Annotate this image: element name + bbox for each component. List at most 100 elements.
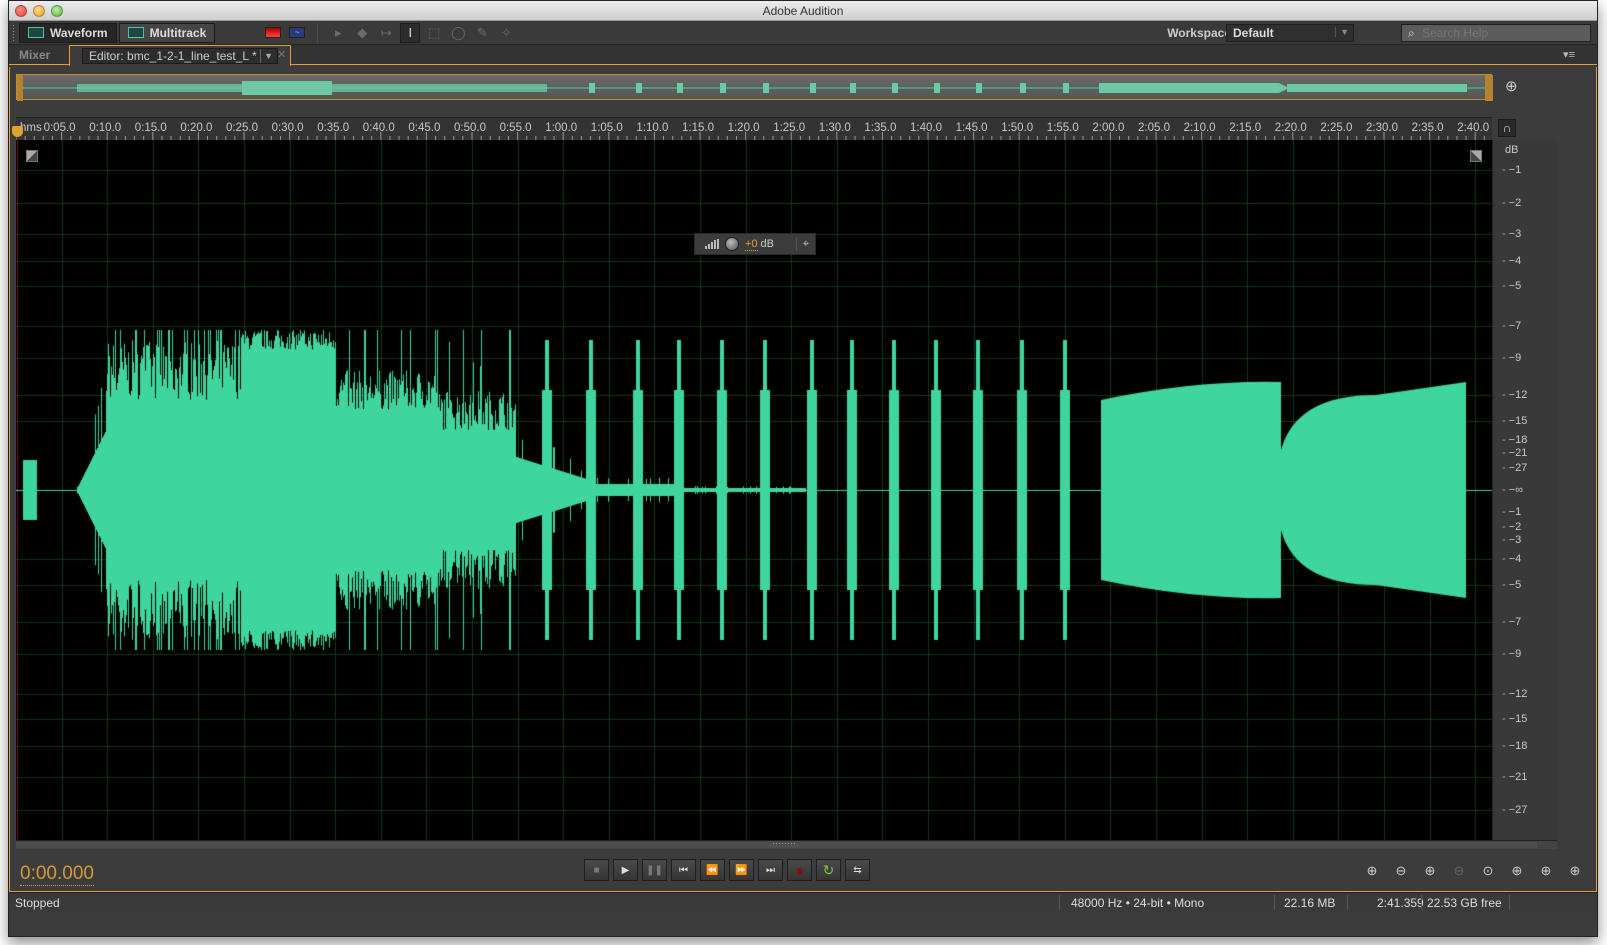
time-ruler[interactable]: hms 0:05.0 0:10.0 0:15.0 0:20.0 0:25.0 0:30.0… xyxy=(16,117,1492,140)
rewind-button[interactable]: ⏪ xyxy=(700,859,725,881)
skip-to-start-button[interactable]: ⏮ xyxy=(671,859,696,881)
tab-editor[interactable]: Editor: bmc_1-2-1_line_test_L * ▼ xyxy=(69,45,291,66)
chevron-down-icon: ▼ xyxy=(1335,27,1349,37)
time-selection-tool[interactable]: I xyxy=(400,22,421,43)
pause-button[interactable]: ❚❚ xyxy=(642,859,667,881)
zoom-out-time-icon[interactable]: ⊖ xyxy=(1450,863,1468,879)
ruler-tick-label: 2:20.0 xyxy=(1274,122,1307,134)
db-tick-label: −7 xyxy=(1502,616,1522,628)
db-tick-label: −2 xyxy=(1502,197,1522,209)
zoom-navigator-icon[interactable]: ⊕ xyxy=(1505,77,1518,95)
db-tick-label: −27 xyxy=(1502,462,1528,474)
ruler-tick-label: 0:20.0 xyxy=(180,122,213,134)
db-tick-label: −1 xyxy=(1502,164,1522,176)
gain-knob[interactable] xyxy=(725,237,739,251)
toolbar-grip[interactable] xyxy=(12,23,15,42)
ruler-tick-label: 1:50.0 xyxy=(1001,122,1034,134)
file-duration: 2:41.359 xyxy=(1377,896,1424,910)
multitrack-mode-button[interactable]: Multitrack xyxy=(118,22,216,43)
editor-tab-label: Editor: bmc_1-2-1_line_test_L * xyxy=(89,49,257,63)
amplitude-ruler[interactable]: dB −1−2−3−4−5−7−9−12−15−18−21−27−∞−27−21… xyxy=(1492,140,1557,840)
db-tick-label: −4 xyxy=(1502,553,1522,565)
toolbar-divider xyxy=(317,22,319,43)
fade-in-handle[interactable] xyxy=(26,150,38,162)
stop-button[interactable]: ■ xyxy=(584,859,609,881)
waveform-display-button[interactable]: ~ xyxy=(287,23,307,43)
ruler-tick-label: 0:10.0 xyxy=(89,122,122,134)
ruler-tick-label: 1:10.0 xyxy=(636,122,669,134)
record-button[interactable]: ● xyxy=(787,859,812,881)
pin-hud-icon[interactable]: ⌖ xyxy=(795,237,815,251)
zoom-in-at-in-point-icon[interactable]: ⊕ xyxy=(1508,863,1526,879)
db-tick-label: −12 xyxy=(1502,688,1528,700)
play-button[interactable]: ▶ xyxy=(613,859,638,881)
loop-playback-button[interactable]: ↻ xyxy=(816,859,841,881)
waveform-mode-button[interactable]: Waveform xyxy=(19,22,117,43)
workspace-select[interactable]: Default ▼ xyxy=(1226,24,1354,42)
zoom-out-amplitude-icon[interactable]: ⊖ xyxy=(1392,863,1410,879)
move-tool[interactable]: ▸ xyxy=(328,23,348,43)
rewind-icon: ⏪ xyxy=(706,864,719,876)
ruler-tick-label: 1:15.0 xyxy=(682,122,714,134)
slip-tool[interactable]: ↦ xyxy=(376,23,396,43)
fast-forward-button[interactable]: ⏩ xyxy=(729,859,754,881)
brush-tool[interactable]: ✎ xyxy=(472,23,492,43)
spot-healing-tool[interactable]: ✧ xyxy=(496,23,516,43)
search-help-field[interactable]: ⌕ xyxy=(1401,24,1591,42)
ruler-tick-label: 0:35.0 xyxy=(317,122,350,134)
db-tick-label: −1 xyxy=(1502,506,1522,518)
snap-toggle-button[interactable]: ∩ xyxy=(1498,119,1516,137)
ruler-tick-label: 0:55.0 xyxy=(499,122,532,134)
pause-icon: ❚❚ xyxy=(646,864,663,876)
db-center-label: −∞ xyxy=(1502,484,1523,496)
lasso-tool[interactable]: ◯ xyxy=(448,23,468,43)
marquee-tool-icon: ⬚ xyxy=(428,24,441,40)
zoom-out-full-icon[interactable]: ⊙ xyxy=(1479,863,1497,879)
waveform-mode-label: Waveform xyxy=(50,25,108,40)
spectral-display-button[interactable] xyxy=(263,23,283,43)
tab-mixer[interactable]: Mixer xyxy=(9,45,60,65)
waveform-editor-panel: ⊕ hms 0:05.0 0:10.0 0:15.0 0:20.0 0:25.0 0:30… xyxy=(9,67,1597,892)
horizontal-scrollbar[interactable] xyxy=(16,840,1557,849)
ruler-tick-label: 1:25.0 xyxy=(773,122,806,134)
ruler-tick-label: 1:55.0 xyxy=(1046,122,1079,134)
gain-value[interactable]: +0 xyxy=(745,238,758,251)
ruler-tick-label: 2:00.0 xyxy=(1092,122,1125,134)
marquee-tool[interactable]: ⬚ xyxy=(424,23,444,43)
ruler-tick-label: 1:30.0 xyxy=(818,122,851,134)
playhead-handle[interactable] xyxy=(12,126,23,137)
gain-unit: dB xyxy=(760,238,775,250)
ruler-tick-label: 1:00.0 xyxy=(545,122,578,134)
skip-selection-button[interactable]: ⇆ xyxy=(845,859,870,881)
db-tick-label: −3 xyxy=(1502,228,1522,240)
fast-forward-icon: ⏩ xyxy=(735,864,748,876)
db-tick-label: −18 xyxy=(1502,740,1528,752)
panel-menu-icon[interactable]: ▾≡ xyxy=(1563,48,1575,61)
ruler-tick-label: 1:20.0 xyxy=(727,122,760,134)
razor-tool[interactable]: ◆ xyxy=(352,23,372,43)
zoom-to-selection-icon[interactable]: ⊕ xyxy=(1566,863,1584,879)
db-tick-label: −15 xyxy=(1502,713,1528,725)
ruler-tick-label: 2:25.0 xyxy=(1320,122,1353,134)
overview-navigator[interactable] xyxy=(16,74,1493,101)
db-tick-label: −21 xyxy=(1502,447,1528,459)
zoom-in-time-icon[interactable]: ⊕ xyxy=(1421,863,1439,879)
ruler-tick-label: 0:50.0 xyxy=(454,122,486,134)
fade-out-handle[interactable] xyxy=(1470,150,1482,162)
current-time-display[interactable]: 0:00.000 xyxy=(20,863,94,886)
record-icon: ● xyxy=(795,862,804,878)
zoom-in-at-out-point-icon[interactable]: ⊕ xyxy=(1537,863,1555,879)
loop-playback-icon: ↻ xyxy=(822,861,835,878)
close-tab-icon[interactable]: ✕ xyxy=(277,48,286,61)
search-help-input[interactable] xyxy=(1422,26,1573,40)
ruler-tick-label: 2:40.0 xyxy=(1457,122,1490,134)
zoom-in-amplitude-icon[interactable]: ⊕ xyxy=(1363,863,1381,879)
waveform-display-icon: ~ xyxy=(289,27,306,38)
ruler-tick-label: 0:30.0 xyxy=(271,122,304,134)
status-bar: Stopped 48000 Hz • 24-bit • Mono 22.16 M… xyxy=(9,892,1597,912)
ruler-tick-label: 1:05.0 xyxy=(590,122,623,134)
file-dropdown-icon[interactable]: ▼ xyxy=(260,49,273,63)
ruler-tick-label: 0:15.0 xyxy=(134,122,167,134)
skip-to-end-button[interactable]: ⏭ xyxy=(758,859,783,881)
skip-selection-icon: ⇆ xyxy=(853,864,862,876)
